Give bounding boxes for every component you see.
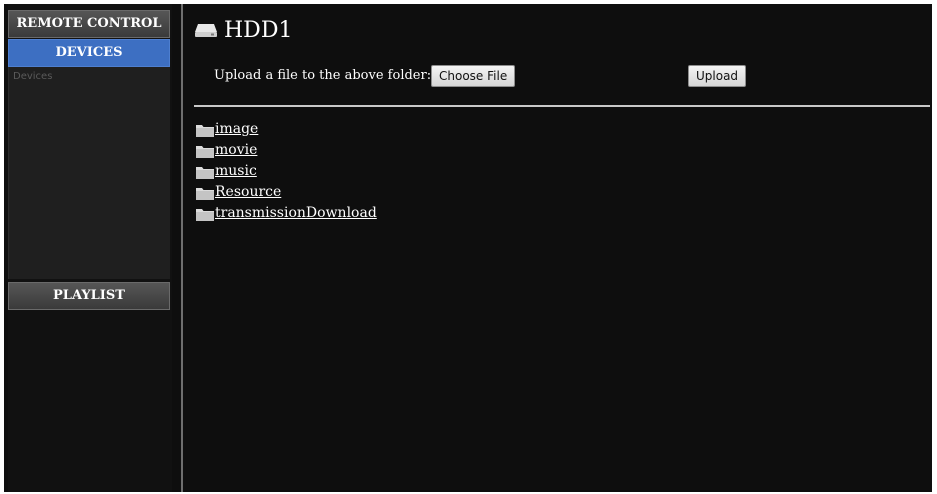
- sidebar: REMOTE CONTROL DEVICES Devices PLAYLIST: [8, 4, 172, 492]
- upload-form: Upload a file to the above folder: Choos…: [214, 65, 932, 87]
- devices-link[interactable]: Devices: [13, 71, 52, 82]
- folder-icon: [196, 206, 214, 221]
- folder-list: image movie music Resource transmissionD…: [196, 118, 377, 223]
- list-item[interactable]: music: [196, 160, 377, 181]
- list-item[interactable]: Resource: [196, 181, 377, 202]
- list-item[interactable]: transmissionDownload: [196, 202, 377, 223]
- title-row: HDD1: [194, 14, 292, 46]
- app-window: REMOTE CONTROL DEVICES Devices PLAYLIST …: [4, 4, 932, 492]
- folder-icon: [196, 143, 214, 158]
- folder-icon: [196, 164, 214, 179]
- page-title: HDD1: [224, 17, 293, 43]
- main-content: HDD1 Upload a file to the above folder: …: [188, 4, 932, 492]
- folder-link-transmissiondownload[interactable]: transmissionDownload: [215, 205, 377, 221]
- upload-button[interactable]: Upload: [688, 65, 747, 87]
- playlist-tab[interactable]: PLAYLIST: [8, 282, 170, 310]
- folder-icon: [196, 122, 214, 137]
- remote-control-tab[interactable]: REMOTE CONTROL: [8, 10, 170, 38]
- list-item[interactable]: movie: [196, 139, 377, 160]
- devices-tab[interactable]: DEVICES: [8, 39, 170, 67]
- list-item[interactable]: image: [196, 118, 377, 139]
- choose-file-button[interactable]: Choose File: [431, 65, 516, 87]
- sidebar-divider: [181, 4, 183, 492]
- folder-link-music[interactable]: music: [215, 163, 257, 179]
- folder-link-image[interactable]: image: [215, 121, 258, 137]
- folder-link-resource[interactable]: Resource: [215, 184, 281, 200]
- devices-panel: Devices: [8, 67, 170, 279]
- folder-link-movie[interactable]: movie: [215, 142, 257, 158]
- upload-label: Upload a file to the above folder:: [214, 68, 432, 83]
- hard-drive-icon: [194, 21, 218, 39]
- folder-icon: [196, 185, 214, 200]
- separator: [194, 105, 930, 107]
